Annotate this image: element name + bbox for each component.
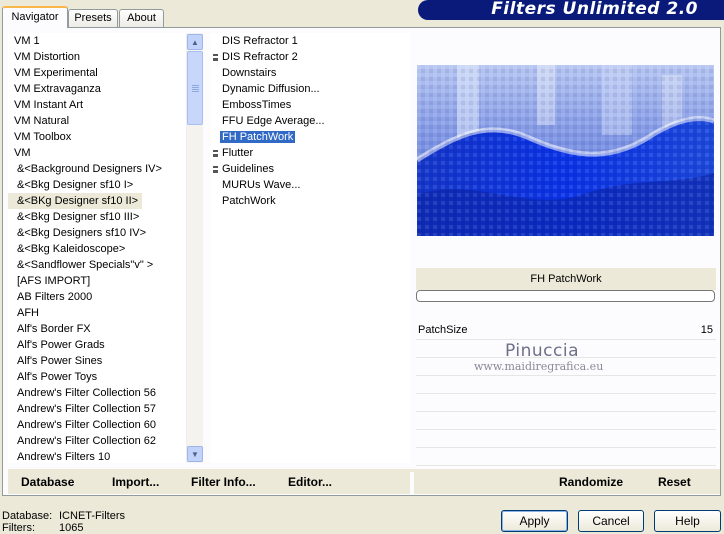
tab-strip: Navigator Presets About xyxy=(0,0,420,28)
status-database-label: Database: xyxy=(2,510,53,522)
filter-marker-icon xyxy=(213,166,218,173)
category-item[interactable]: VM Instant Art xyxy=(8,97,186,113)
filter-item[interactable]: Dynamic Diffusion... xyxy=(210,81,410,97)
tab-presets[interactable]: Presets xyxy=(68,9,118,27)
editor-button[interactable]: Editor... xyxy=(288,475,332,489)
param-row-empty xyxy=(416,448,716,466)
category-item[interactable]: Alf's Border FX xyxy=(8,321,186,337)
filter-item-label: DIS Refractor 1 xyxy=(222,35,298,47)
category-item[interactable]: Alf's Power Toys xyxy=(8,369,186,385)
filter-item[interactable]: FFU Edge Average... xyxy=(210,113,410,129)
filter-marker-icon xyxy=(213,54,218,61)
status-filters: Filters: 1065 xyxy=(2,522,83,534)
category-item[interactable]: &<Background Designers IV> xyxy=(8,161,186,177)
filter-marker-icon xyxy=(213,150,218,157)
filter-item[interactable]: EmbossTimes xyxy=(210,97,410,113)
app-title: Filters Unlimited 2.0 xyxy=(491,0,698,19)
category-item[interactable]: VM Experimental xyxy=(8,65,186,81)
category-item[interactable]: Andrew's Filter Collection 62 xyxy=(8,433,186,449)
filter-item[interactable]: Guidelines xyxy=(210,161,410,177)
param-row-empty xyxy=(416,430,716,448)
filter-item[interactable]: Flutter xyxy=(210,145,410,161)
category-item[interactable]: Alf's Power Grads xyxy=(8,337,186,353)
category-item[interactable]: &<Bkg Designer sf10 I> xyxy=(8,177,186,193)
category-item[interactable]: Andrew's Filter Collection 60 xyxy=(8,417,186,433)
category-item[interactable]: [AFS IMPORT] xyxy=(8,273,186,289)
divider xyxy=(410,472,414,494)
filter-item-label: Dynamic Diffusion... xyxy=(222,83,320,95)
category-item[interactable]: VM Natural xyxy=(8,113,186,129)
tab-about[interactable]: About xyxy=(119,9,164,27)
filter-item[interactable]: Downstairs xyxy=(210,65,410,81)
status-filters-value: 1065 xyxy=(59,522,84,534)
filter-item-label: Flutter xyxy=(222,147,254,159)
tab-navigator[interactable]: Navigator xyxy=(2,6,68,28)
category-item[interactable]: &<Bkg Designer sf10 III> xyxy=(8,209,186,225)
category-scrollbar[interactable]: ▲ ▼ xyxy=(186,33,203,463)
scroll-down-button[interactable]: ▼ xyxy=(187,446,203,462)
param-row-empty xyxy=(416,412,716,430)
category-item[interactable]: VM Distortion xyxy=(8,49,186,65)
status-database: Database: ICNET-Filters xyxy=(2,510,125,522)
help-button[interactable]: Help xyxy=(654,510,721,532)
category-item[interactable]: &<Bkg Kaleidoscope> xyxy=(8,241,186,257)
filter-item-label: MURUs Wave... xyxy=(222,179,301,191)
category-list[interactable]: VM 1 VM Distortion VM Experimental VM Extra… xyxy=(8,33,186,463)
filter-item-label: PatchWork xyxy=(222,195,276,207)
filter-item-label: DIS Refractor 2 xyxy=(222,51,298,63)
progress-bar xyxy=(416,290,715,302)
filter-info-button[interactable]: Filter Info... xyxy=(191,475,256,489)
database-button[interactable]: Database xyxy=(21,475,74,489)
category-item[interactable]: AB Filters 2000 xyxy=(8,289,186,305)
category-item[interactable]: Andrew's Filter Collection 56 xyxy=(8,385,186,401)
status-filters-label: Filters: xyxy=(2,522,35,534)
filter-item-label: Guidelines xyxy=(222,163,274,175)
app-banner: Filters Unlimited 2.0 xyxy=(418,0,724,20)
category-item[interactable]: Andrew's Filter Collection 57 xyxy=(8,401,186,417)
category-item[interactable]: VM xyxy=(8,145,186,161)
category-item[interactable]: VM Toolbox xyxy=(8,129,186,145)
filter-item-label: FFU Edge Average... xyxy=(222,115,325,127)
randomize-button[interactable]: Randomize xyxy=(559,475,623,489)
category-item[interactable]: Andrew's Filters 10 xyxy=(8,449,186,463)
apply-button[interactable]: Apply xyxy=(501,510,568,532)
status-database-value: ICNET-Filters xyxy=(59,510,125,522)
scroll-thumb[interactable] xyxy=(187,51,203,125)
bottom-toolbar: Database Import... Filter Info... Editor… xyxy=(8,469,720,494)
category-item[interactable]: AFH xyxy=(8,305,186,321)
filter-item-label: EmbossTimes xyxy=(222,99,292,111)
watermark-url: www.maidiregrafica.eu xyxy=(474,360,604,373)
filter-item[interactable]: DIS Refractor 2 xyxy=(210,49,410,65)
import-button[interactable]: Import... xyxy=(112,475,159,489)
scroll-up-button[interactable]: ▲ xyxy=(187,34,203,50)
filter-item[interactable]: PatchWork xyxy=(210,193,410,209)
filter-item[interactable]: DIS Refractor 1 xyxy=(210,33,410,49)
category-item[interactable]: &<BKg Designer sf10 II> xyxy=(8,193,143,209)
param-value: 15 xyxy=(700,324,713,336)
filter-item-label: FH PatchWork xyxy=(220,131,296,143)
category-item[interactable]: VM Extravaganza xyxy=(8,81,186,97)
watermark-name: Pinuccia xyxy=(505,341,579,361)
param-row-patchsize[interactable]: PatchSize 15 xyxy=(416,322,716,340)
filter-item-label: Downstairs xyxy=(222,67,277,79)
filter-list[interactable]: DIS Refractor 1 DIS Refractor 2 Downstairs… xyxy=(210,33,410,463)
param-row-empty xyxy=(416,376,716,394)
preview-image xyxy=(417,65,714,236)
category-item[interactable]: Alf's Power Sines xyxy=(8,353,186,369)
reset-button[interactable]: Reset xyxy=(658,475,691,489)
filter-item[interactable]: FH PatchWork xyxy=(210,129,410,145)
filter-item[interactable]: MURUs Wave... xyxy=(210,177,410,193)
category-item[interactable]: VM 1 xyxy=(8,33,186,49)
category-item[interactable]: &<Bkg Designers sf10 IV> xyxy=(8,225,186,241)
category-item[interactable]: &<Sandflower Specials"v" > xyxy=(8,257,186,273)
selected-filter-name: FH PatchWork xyxy=(416,268,716,290)
cancel-button[interactable]: Cancel xyxy=(578,510,644,532)
param-row-empty xyxy=(416,394,716,412)
param-label: PatchSize xyxy=(418,324,468,336)
